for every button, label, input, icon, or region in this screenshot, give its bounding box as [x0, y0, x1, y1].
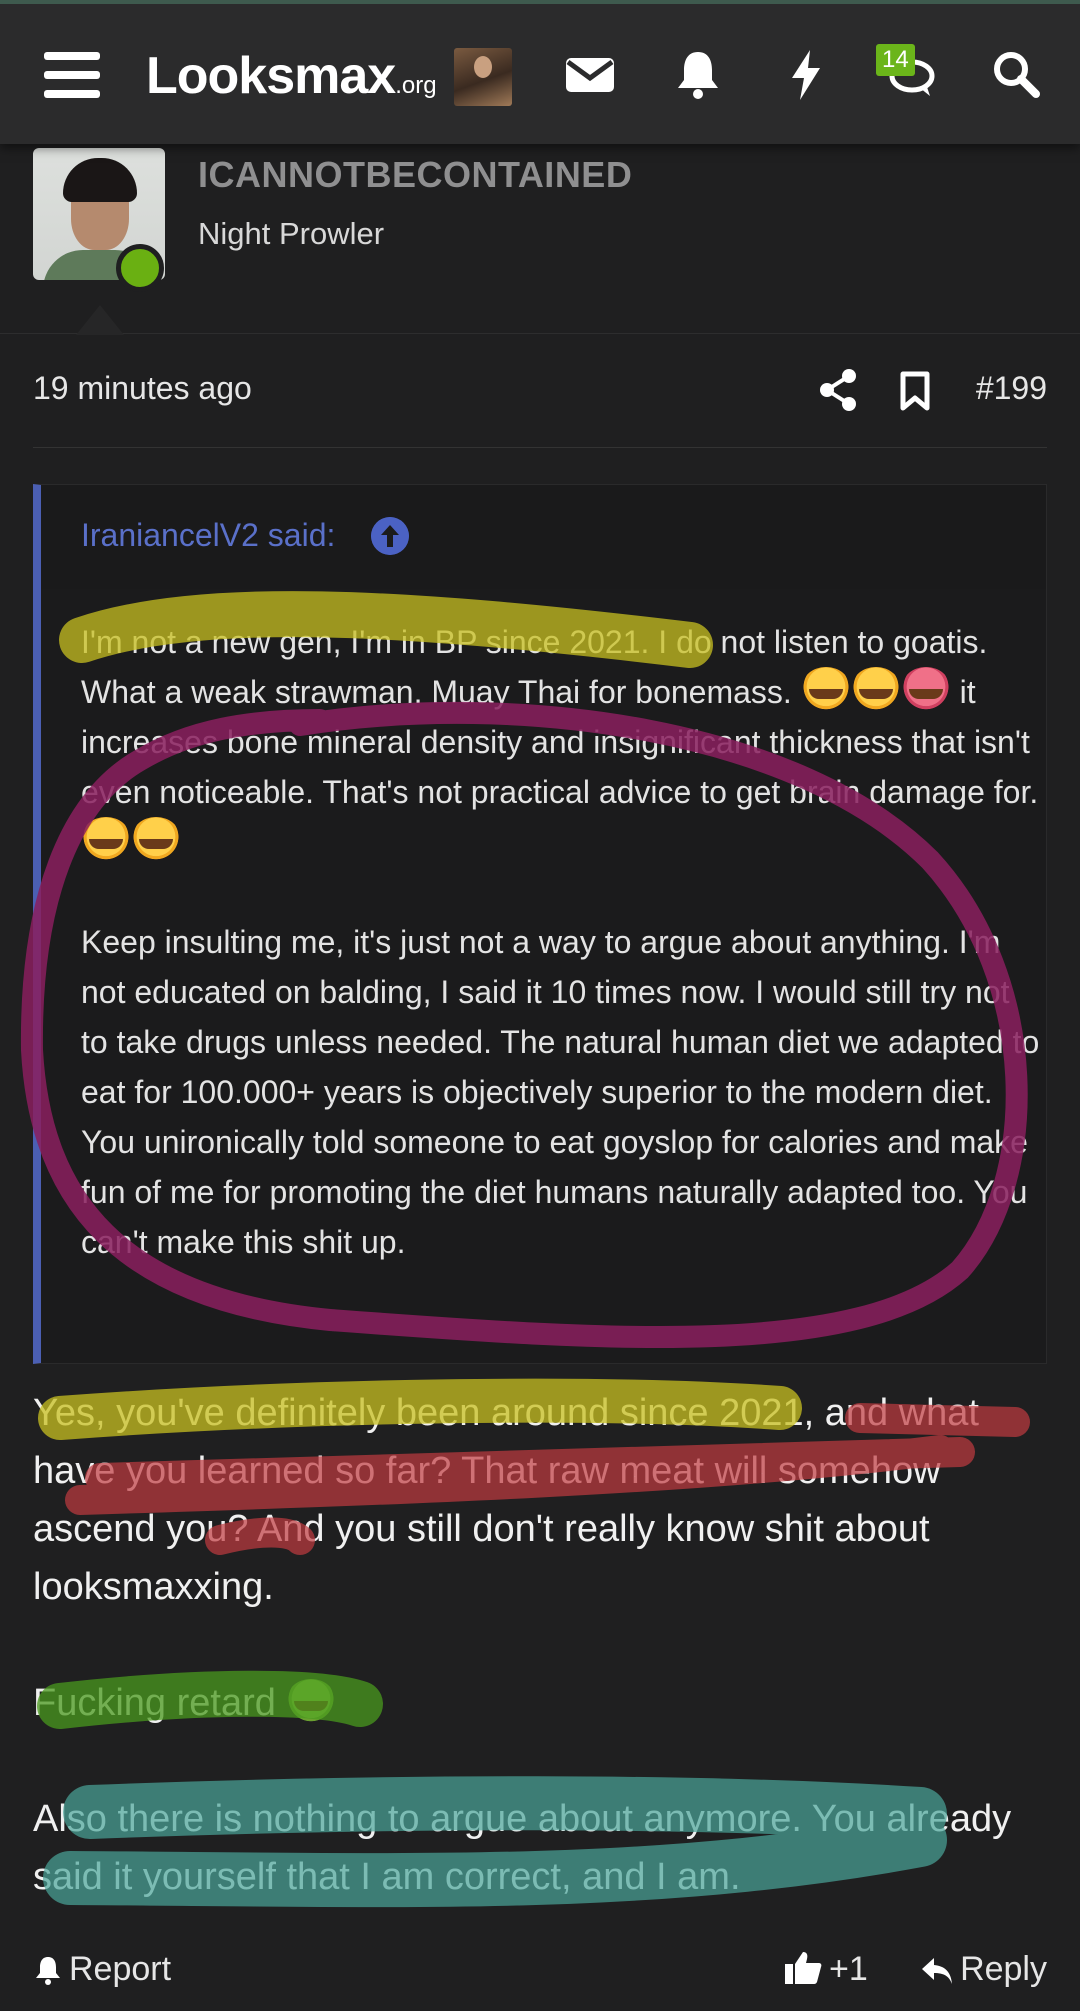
top-nav-bar: Looksmax.org 14 — [0, 0, 1080, 144]
account-avatar[interactable] — [454, 48, 512, 106]
post-text: Fucking retard — [33, 1682, 276, 1724]
lightning-icon[interactable] — [776, 44, 836, 104]
arrow-up-circle-icon[interactable] — [371, 517, 409, 555]
quote-author[interactable]: IraniancelV2 said: — [81, 517, 335, 554]
reply-button[interactable]: Reply — [920, 1950, 1047, 1989]
angry-face-emoji-icon — [900, 667, 951, 711]
post-actions: Report +1 Reply — [33, 1950, 1047, 2000]
post-paragraph: Also there is nothing to argue about any… — [33, 1798, 1012, 1898]
user-title: Night Prowler — [198, 216, 385, 251]
quote-paragraph: Keep insulting me, it's just not a way t… — [81, 924, 1040, 1260]
post-body: Yes, you've definitely been around since… — [33, 1384, 1047, 1964]
post-paragraph: Yes, you've definitely been around since… — [33, 1392, 979, 1608]
quote-text-part: I'm not a new gen, I'm in BP since 2021.… — [81, 624, 988, 710]
post-meta-row: 19 minutes ago #199 — [33, 362, 1047, 448]
crying-laughing-emoji-icon — [850, 667, 901, 711]
crying-laughing-emoji-icon — [800, 667, 851, 711]
post-paragraph: Fucking retard — [33, 1674, 1047, 1732]
quote-block: IraniancelV2 said: I'm not a new gen, I'… — [33, 484, 1047, 1364]
post-timestamp[interactable]: 19 minutes ago — [33, 370, 252, 407]
quote-text: I'm not a new gen, I'm in BP since 2021.… — [81, 617, 1041, 1317]
envelope-icon[interactable] — [560, 44, 620, 104]
share-icon[interactable] — [819, 368, 859, 412]
post-number[interactable]: #199 — [976, 370, 1047, 407]
like-count: +1 — [829, 1950, 868, 1988]
report-button[interactable]: Report — [33, 1950, 171, 1989]
crying-laughing-emoji-icon — [131, 817, 181, 861]
reply-label: Reply — [960, 1950, 1047, 1988]
quote-header: IraniancelV2 said: — [41, 485, 1046, 589]
author-caret — [76, 305, 124, 335]
crying-laughing-emoji-icon — [81, 817, 131, 861]
username[interactable]: ICANNOTBECONTAINED — [198, 154, 632, 196]
thumbs-up-icon — [785, 1952, 822, 1984]
bookmark-icon[interactable] — [897, 370, 933, 412]
conversations-badge: 14 — [876, 44, 915, 76]
logo-suffix: .org — [395, 72, 437, 99]
logo-text: Looksmax — [146, 47, 396, 105]
search-icon[interactable] — [986, 44, 1046, 104]
report-label: Report — [69, 1950, 172, 1988]
bell-icon — [36, 1957, 60, 1985]
like-button[interactable]: +1 — [783, 1950, 868, 1989]
menu-icon[interactable] — [44, 52, 100, 98]
quote-paragraph: I'm not a new gen, I'm in BP since 2021.… — [81, 617, 1041, 867]
bell-icon[interactable] — [668, 44, 728, 104]
nauseated-face-emoji-icon — [286, 1679, 337, 1723]
site-logo[interactable]: Looksmax.org — [146, 46, 437, 106]
online-status-indicator — [116, 244, 164, 292]
reply-arrow-icon — [922, 1958, 953, 1984]
